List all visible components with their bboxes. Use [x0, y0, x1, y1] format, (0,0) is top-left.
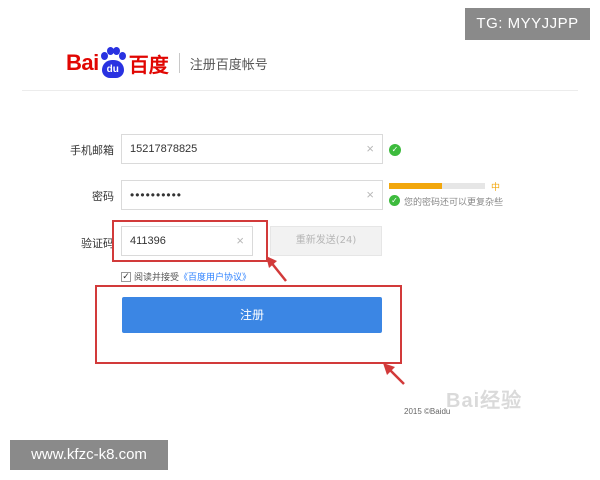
- agree-checkbox[interactable]: ✓: [121, 271, 131, 282]
- paw-logo-icon: du: [100, 47, 126, 79]
- page-title: 注册百度帐号: [189, 57, 268, 73]
- password-strength-bar: [389, 183, 485, 189]
- annotation-arrow-icon: [266, 256, 287, 282]
- logo-chinese-text: 百度: [128, 52, 169, 77]
- phone-email-input[interactable]: 15217878825 ×: [121, 134, 383, 164]
- code-highlight-box: [112, 220, 268, 262]
- site-url-badge: www.kfzc-k8.com: [10, 440, 168, 470]
- agree-text: 阅读并接受: [134, 273, 180, 283]
- code-label: 验证码: [81, 237, 114, 250]
- password-ok-icon: ✓: [389, 195, 400, 206]
- phone-value: 15217878825: [130, 143, 198, 155]
- password-value: ••••••••••: [130, 188, 183, 202]
- password-tip: 您的密码还可以更复杂些: [404, 198, 504, 208]
- password-strength-fill: [389, 183, 442, 189]
- phone-label: 手机邮箱: [70, 144, 114, 157]
- agreement-row: ✓ 阅读并接受 《百度用户协议》: [121, 270, 251, 283]
- logo-du-text: du: [101, 60, 124, 78]
- baidu-logo[interactable]: Bai du 百度 注册百度帐号: [66, 43, 268, 83]
- logo-bai-text: Bai: [66, 50, 99, 75]
- clear-password-icon[interactable]: ×: [366, 181, 374, 209]
- resend-code-button[interactable]: 重新发送(24): [270, 226, 382, 256]
- password-label: 密码: [92, 190, 114, 203]
- password-strength-label: 中: [491, 183, 501, 193]
- clear-phone-icon[interactable]: ×: [366, 135, 374, 163]
- password-input[interactable]: •••••••••• ×: [121, 180, 383, 210]
- user-agreement-link[interactable]: 《百度用户协议》: [179, 270, 251, 283]
- register-highlight-box: [95, 285, 402, 364]
- baidu-jingyan-watermark: Bai经验: [446, 390, 523, 412]
- header-divider: [22, 90, 578, 91]
- tg-watermark-badge: TG: MYYJJPP: [465, 8, 590, 40]
- logo-divider: [178, 53, 180, 73]
- phone-valid-check-icon: ✓: [389, 144, 401, 156]
- copyright-text: 2015 ©Baidu: [404, 407, 451, 416]
- annotation-arrow-icon: [383, 363, 405, 385]
